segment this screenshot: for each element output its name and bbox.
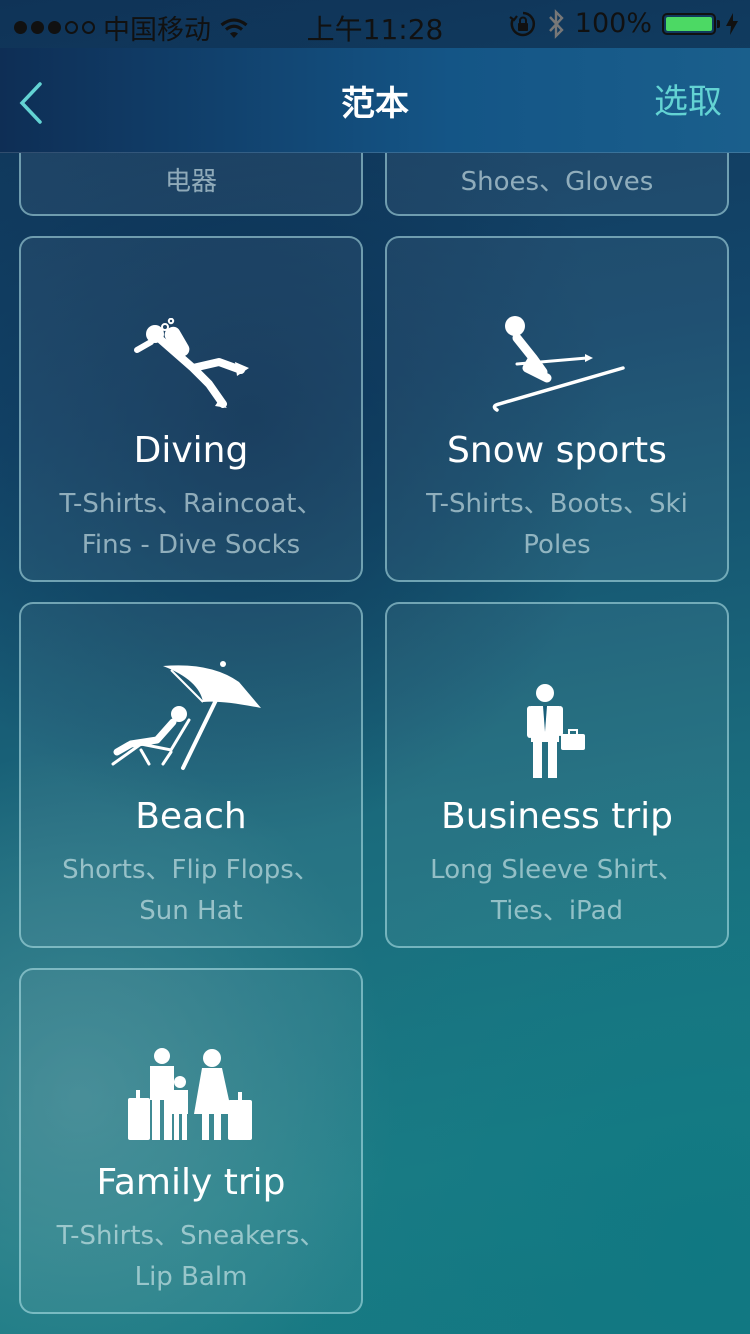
template-card-snow-sports[interactable]: Snow sports T-Shirts、Boots、Ski Poles: [385, 236, 729, 582]
card-title: Business trip: [441, 796, 673, 837]
navigation-bar: 范本 选取: [0, 48, 750, 153]
charging-bolt-icon: [726, 12, 738, 35]
card-title: Beach: [135, 796, 247, 837]
family-icon: [128, 1048, 252, 1140]
battery-percent: 100%: [574, 8, 652, 39]
template-card-family-trip[interactable]: Family trip T-Shirts、Sneakers、Lip Balm: [19, 968, 363, 1314]
select-button[interactable]: 选取: [654, 74, 722, 123]
template-card-business-trip[interactable]: Business trip Long Sleeve Shirt、Ties、iPa…: [385, 602, 729, 948]
template-card-beach[interactable]: Beach Shorts、Flip Flops、Sun Hat: [19, 602, 363, 948]
card-title: Snow sports: [447, 430, 667, 471]
battery-fill: [666, 16, 712, 31]
card-items: T-Shirts、Sneakers、Lip Balm: [56, 1221, 326, 1292]
bluetooth-icon: [548, 8, 564, 39]
skier-icon: [492, 316, 625, 412]
page-title: 范本: [341, 84, 409, 124]
beach-umbrella-icon: [111, 661, 261, 770]
template-card-appliances[interactable]: 电器: [19, 152, 363, 216]
businessman-icon: [527, 684, 585, 778]
status-right: 100%: [509, 8, 738, 39]
card-items: T-Shirts、Raincoat、Fins - Dive Socks: [59, 489, 323, 560]
scuba-diver-icon: [134, 318, 249, 408]
card-items: Shorts、Flip Flops、Sun Hat: [62, 855, 320, 926]
battery-icon: [662, 12, 720, 35]
card-items: Shoes、Gloves: [460, 167, 654, 197]
card-items: 电器: [164, 167, 217, 197]
template-card-diving[interactable]: Diving T-Shirts、Raincoat、Fins - Dive Soc…: [19, 236, 363, 582]
orientation-lock-icon: [509, 11, 535, 36]
template-card-shoes-gloves[interactable]: Shoes、Gloves: [385, 152, 729, 216]
status-bar: 中国移动 上午11:28 100%: [0, 0, 750, 48]
template-grid[interactable]: 电器 Shoes、Gloves Diving T-Shirts、Raincoat…: [0, 152, 750, 1334]
card-title: Family trip: [96, 1162, 286, 1203]
card-items: T-Shirts、Boots、Ski Poles: [426, 489, 688, 560]
card-title: Diving: [133, 430, 249, 471]
card-items: Long Sleeve Shirt、Ties、iPad: [430, 855, 684, 926]
